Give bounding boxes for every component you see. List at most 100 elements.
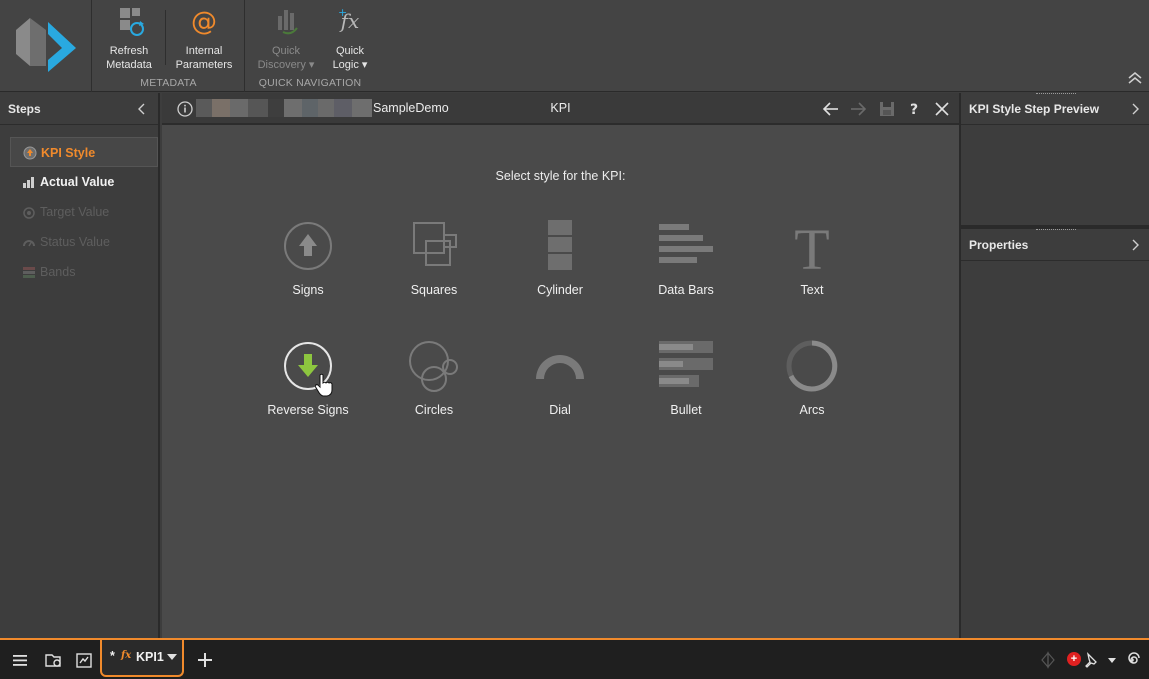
- bar-chart-icon: [23, 177, 34, 188]
- close-icon[interactable]: [933, 100, 951, 118]
- editor-header: SampleDemo KPI ?: [162, 93, 959, 125]
- up-arrow-circle-icon: [284, 222, 332, 270]
- save-icon[interactable]: [878, 100, 896, 118]
- style-label: Bullet: [670, 403, 702, 417]
- internal-parameters-label1: Internal: [185, 45, 223, 57]
- app-window: Refresh Metadata @ Internal Parameters M…: [0, 0, 1149, 679]
- step-bands: Bands: [10, 257, 158, 287]
- quick-discovery-label2: Discovery ▾: [257, 59, 315, 71]
- internal-parameters-button[interactable]: @ Internal Parameters: [169, 4, 239, 72]
- caret-down-icon[interactable]: [167, 653, 177, 661]
- svg-text:fx: fx: [339, 9, 360, 33]
- step-label: KPI Style: [41, 146, 96, 160]
- step-actual-value[interactable]: Actual Value: [10, 167, 158, 197]
- refresh-metadata-button[interactable]: Refresh Metadata: [94, 4, 164, 72]
- hamburger-menu-icon[interactable]: [10, 650, 30, 670]
- ribbon-group-label-quick-navigation: QUICK NAVIGATION: [258, 77, 362, 89]
- preview-header: KPI Style Step Preview: [961, 93, 1149, 125]
- style-data-bars[interactable]: Data Bars: [631, 219, 741, 319]
- chevron-left-icon[interactable]: [136, 103, 148, 115]
- refresh-metadata-label1: Refresh: [109, 45, 149, 57]
- steps-title: Steps: [8, 102, 41, 116]
- back-arrow-icon[interactable]: [822, 100, 840, 118]
- style-label: Circles: [414, 403, 454, 417]
- right-panel: KPI Style Step Preview Properties: [959, 93, 1149, 638]
- style-arcs[interactable]: Arcs: [757, 339, 867, 439]
- pyramid-logo-icon: [1041, 651, 1055, 669]
- bullet-icon: [659, 341, 713, 387]
- data-bars-icon: [659, 224, 713, 263]
- dial-icon: [536, 355, 584, 379]
- ribbon-group-metadata: Refresh Metadata @ Internal Parameters M…: [93, 0, 245, 92]
- tab-modified-marker: *: [110, 649, 115, 663]
- cylinder-icon: [548, 220, 572, 270]
- step-target-value: Target Value: [10, 197, 158, 227]
- style-reverse-signs[interactable]: Reverse Signs: [253, 339, 363, 439]
- svg-text:T: T: [794, 219, 829, 273]
- ribbon: Refresh Metadata @ Internal Parameters M…: [0, 0, 1149, 92]
- chevron-right-icon[interactable]: [1129, 239, 1141, 251]
- steps-panel: Steps KPI Style Actual Value Target Valu…: [0, 93, 160, 638]
- forward-arrow-icon[interactable]: [849, 100, 867, 118]
- properties-title: Properties: [969, 238, 1029, 252]
- style-dial[interactable]: Dial: [505, 339, 615, 439]
- hand-cursor-icon: [315, 373, 333, 397]
- circles-icon: [409, 341, 458, 392]
- steps-panel-header: Steps: [0, 93, 158, 125]
- step-label: Bands: [40, 265, 76, 279]
- style-label: Reverse Signs: [267, 403, 349, 417]
- squares-icon: [413, 222, 457, 266]
- quick-discovery-icon: [278, 10, 298, 35]
- style-label: Data Bars: [658, 283, 714, 297]
- refresh-metadata-icon: [120, 8, 144, 36]
- style-label: Squares: [410, 283, 458, 297]
- style-label: Signs: [292, 283, 324, 297]
- style-signs[interactable]: Signs: [253, 219, 363, 319]
- preview-title: KPI Style Step Preview: [969, 102, 1100, 116]
- step-kpi-style[interactable]: KPI Style: [10, 137, 158, 167]
- style-text[interactable]: T Text: [757, 219, 867, 319]
- quick-discovery-label1: Quick: [271, 45, 301, 57]
- gauge-icon: [23, 240, 35, 247]
- caret-down-icon[interactable]: [1102, 650, 1122, 670]
- ribbon-group-quick-navigation: Quick Discovery ▾ + fx Quick Logic ▾ QUI…: [246, 0, 374, 92]
- up-arrow-circle-icon: [23, 146, 37, 160]
- svg-text:?: ?: [910, 102, 918, 118]
- style-squares[interactable]: Squares: [379, 219, 489, 319]
- text-t-icon: T: [794, 219, 829, 273]
- style-bullet[interactable]: Bullet: [631, 339, 741, 439]
- style-label: Dial: [549, 403, 571, 417]
- pin-icon[interactable]: [1082, 650, 1102, 670]
- arcs-icon: [786, 340, 838, 392]
- refresh-metadata-label2: Metadata: [106, 59, 152, 71]
- folder-search-icon[interactable]: [44, 650, 64, 670]
- bands-icon: [23, 267, 35, 278]
- style-prompt: Select style for the KPI:: [495, 169, 626, 183]
- tab-kpi1[interactable]: * fx KPI1: [100, 640, 184, 677]
- app-logo: [0, 0, 92, 92]
- style-cylinder[interactable]: Cylinder: [505, 219, 615, 319]
- quick-logic-label1: Quick: [335, 45, 365, 57]
- chevron-right-icon[interactable]: [1129, 103, 1141, 115]
- at-sign-icon: @: [191, 7, 217, 37]
- style-label: Cylinder: [537, 283, 583, 297]
- ribbon-group-label-metadata: METADATA: [140, 77, 197, 89]
- internal-parameters-label2: Parameters: [175, 59, 233, 71]
- content-window-icon[interactable]: [74, 650, 94, 670]
- fx-icon: fx: [121, 650, 132, 661]
- spiral-icon[interactable]: [1122, 650, 1142, 670]
- style-circles[interactable]: Circles: [379, 339, 489, 439]
- kpi-editor: SampleDemo KPI ? Select style for the KP…: [162, 93, 959, 638]
- step-status-value: Status Value: [10, 227, 158, 257]
- fx-icon: + fx: [338, 6, 360, 33]
- help-icon[interactable]: ?: [905, 100, 923, 118]
- style-label: Arcs: [799, 403, 825, 417]
- quick-logic-button[interactable]: + fx Quick Logic ▾: [315, 4, 385, 72]
- step-label: Target Value: [40, 205, 110, 219]
- collapse-ribbon-icon[interactable]: [1127, 70, 1143, 86]
- step-label: Actual Value: [40, 175, 115, 189]
- quick-discovery-button[interactable]: Quick Discovery ▾: [251, 4, 321, 72]
- notification-badge-icon[interactable]: +: [1067, 652, 1081, 666]
- add-tab-icon[interactable]: [195, 650, 215, 670]
- step-label: Status Value: [40, 235, 110, 249]
